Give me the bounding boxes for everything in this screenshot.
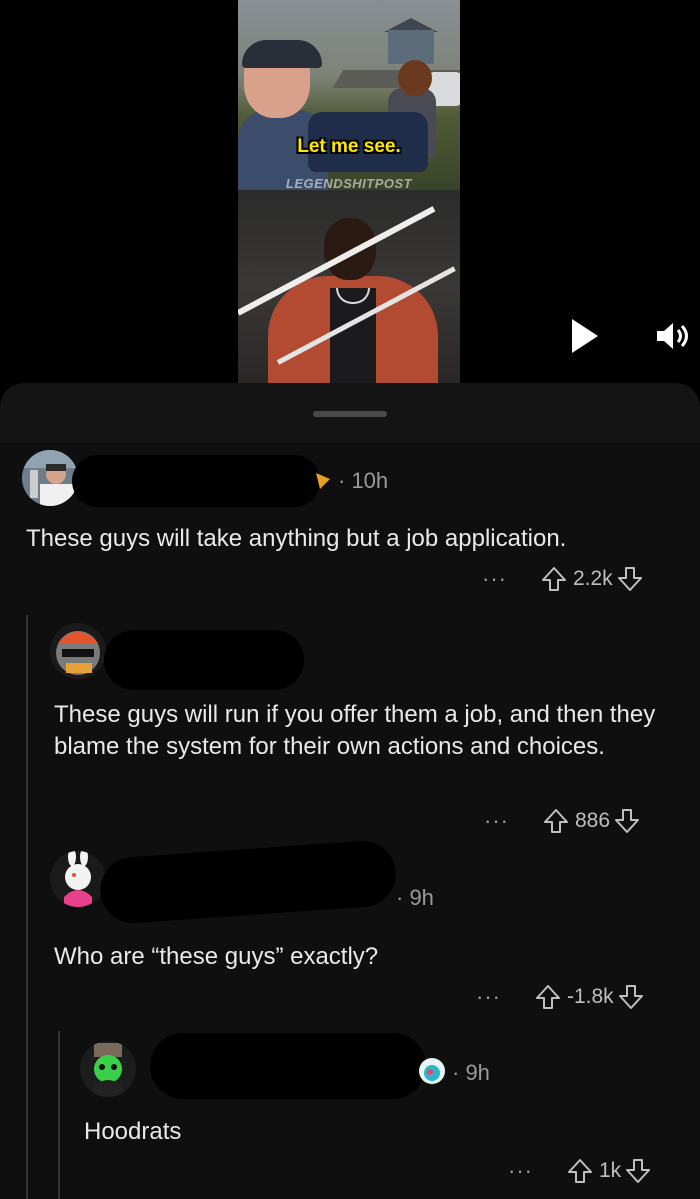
vote-score: 2.2k — [572, 567, 613, 590]
video-player[interactable]: Let me see. LEGENDSHITPOST — [0, 0, 700, 383]
vote-score: 1k — [598, 1159, 622, 1182]
badge-icon — [419, 1058, 445, 1084]
more-options-button[interactable]: ··· — [484, 810, 509, 832]
upvote-icon[interactable] — [567, 1158, 593, 1184]
redacted-username — [72, 455, 320, 507]
downvote-icon[interactable] — [614, 808, 640, 834]
thread-line-level-2 — [58, 1031, 60, 1199]
downvote-icon[interactable] — [625, 1158, 651, 1184]
upvote-icon[interactable] — [535, 984, 561, 1010]
upvote-icon[interactable] — [541, 566, 567, 592]
downvote-icon[interactable] — [617, 566, 643, 592]
video-scene-top — [238, 0, 460, 190]
comment-body: These guys will take anything but a job … — [26, 525, 567, 552]
redacted-username — [98, 838, 398, 926]
sheet-drag-handle[interactable] — [313, 411, 387, 417]
thread-line-level-1 — [26, 615, 28, 1199]
man-cap — [242, 40, 322, 68]
comment-actions: ··· -1.8k — [476, 984, 644, 1010]
comment-timestamp: · 9h — [396, 885, 434, 910]
comment-actions: ··· 886 — [484, 808, 640, 834]
more-options-button[interactable]: ··· — [482, 568, 507, 590]
person-head — [398, 60, 432, 96]
comment-body: Hoodrats — [84, 1118, 182, 1145]
redacted-username — [150, 1033, 426, 1099]
comment-actions: ··· 1k — [508, 1158, 651, 1184]
comment-list: · 10h These guys will take anything but … — [0, 443, 700, 1199]
comment-actions: ··· 2.2k — [482, 566, 643, 592]
comment-timestamp: · 10h — [338, 468, 389, 493]
video-frame[interactable]: Let me see. LEGENDSHITPOST — [238, 0, 460, 383]
downvote-icon[interactable] — [618, 984, 644, 1010]
avatar-image — [64, 851, 92, 907]
avatar-image — [92, 1043, 124, 1097]
avatar[interactable] — [22, 450, 78, 506]
more-options-button[interactable]: ··· — [476, 986, 501, 1008]
avatar-image — [22, 450, 78, 506]
house — [388, 30, 434, 64]
video-caption: Let me see. — [297, 136, 401, 157]
video-scene-bottom — [238, 190, 460, 383]
video-watermark: LEGENDSHITPOST — [285, 176, 413, 191]
avatar[interactable] — [50, 851, 106, 907]
avatar[interactable] — [80, 1041, 136, 1097]
award-icon — [316, 473, 330, 489]
comment-body: Who are “these guys” exactly? — [54, 943, 379, 970]
avatar-image — [56, 631, 100, 675]
avatar[interactable] — [50, 623, 106, 679]
upvote-icon[interactable] — [543, 808, 569, 834]
more-options-button[interactable]: ··· — [508, 1160, 533, 1182]
volume-icon[interactable] — [655, 320, 689, 352]
comment-timestamp: · 9h — [452, 1060, 490, 1085]
vote-score: 886 — [574, 809, 611, 832]
play-icon[interactable] — [572, 319, 598, 353]
comments-sheet: · 10h These guys will take anything but … — [0, 383, 700, 1199]
vote-score: -1.8k — [566, 985, 614, 1008]
redacted-username — [104, 630, 304, 690]
comment-body: These guys will run if you offer them a … — [54, 701, 656, 760]
